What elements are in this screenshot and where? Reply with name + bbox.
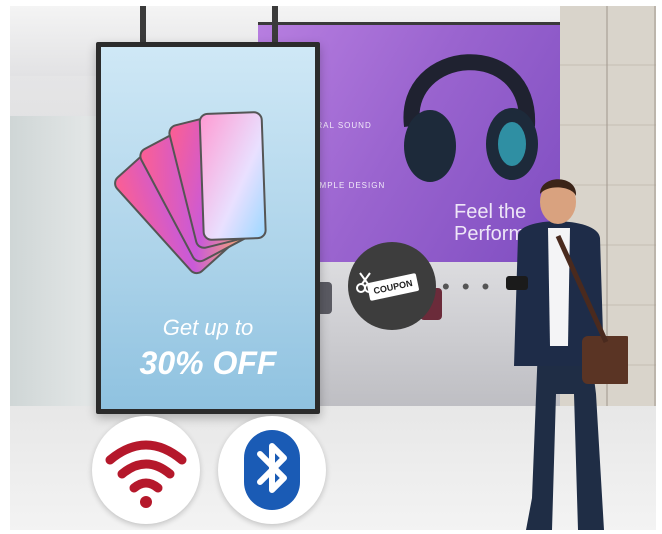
man-with-phone [506, 179, 628, 530]
coupon-badge: COUPON [348, 242, 436, 330]
hanging-rod [272, 6, 278, 44]
video-wall-text-small: SIMPLE DESIGN [310, 181, 386, 190]
hanging-rod [140, 6, 146, 44]
promo-line-2: 30% OFF [139, 345, 277, 381]
smartphones-image [114, 111, 267, 275]
store-window-left [10, 116, 102, 416]
bluetooth-badge [218, 416, 326, 524]
bluetooth-icon [244, 430, 300, 510]
wifi-icon [105, 440, 187, 508]
signage-display: Get up to 30% OFF [96, 42, 320, 414]
wifi-badge [92, 416, 200, 524]
coupon-label: COUPON [366, 272, 420, 302]
promo-line-1: Get up to [162, 315, 254, 340]
store-scene: ERAL SOUND SIMPLE DESIGN Feel the Perfor… [10, 6, 656, 530]
